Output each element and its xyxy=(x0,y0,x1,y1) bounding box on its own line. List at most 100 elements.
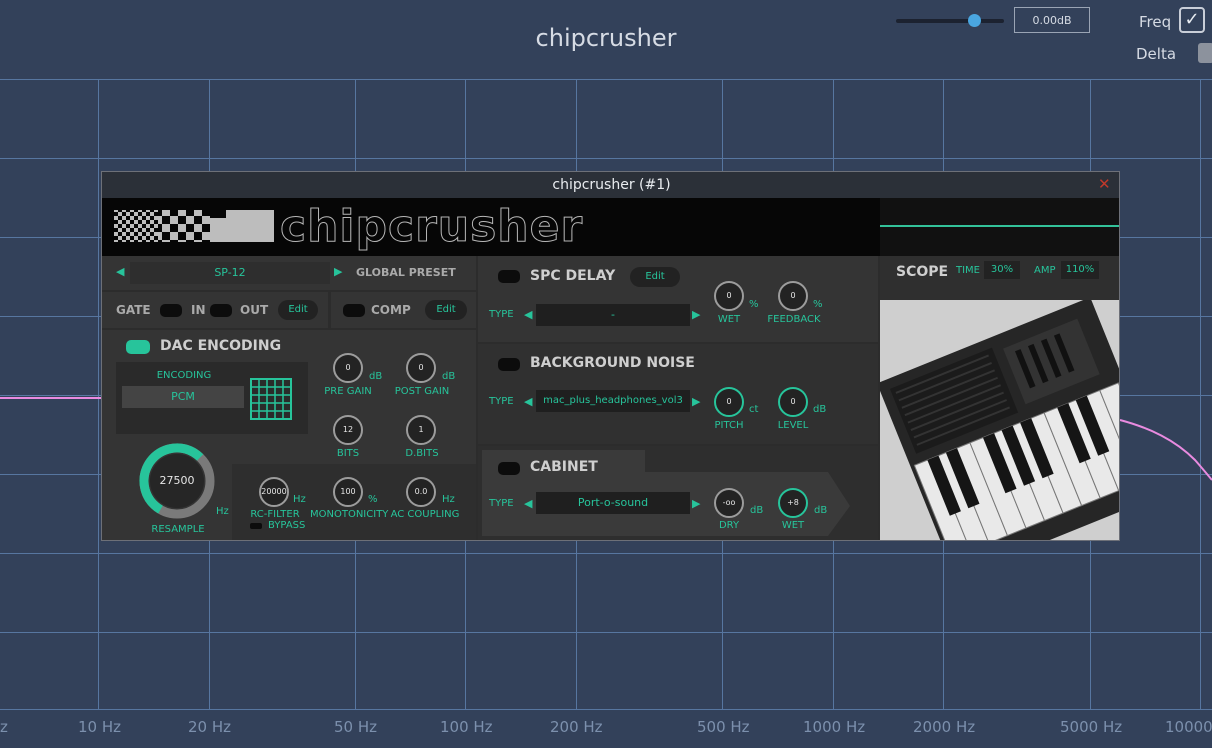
spc-wet-unit: % xyxy=(749,299,759,310)
ac-coupling-label: AC COUPLING xyxy=(390,509,460,520)
background-noise-panel: BACKGROUND NOISE TYPE ◀ mac_plus_headpho… xyxy=(478,344,878,444)
global-preset-label: GLOBAL PRESET xyxy=(356,266,456,279)
ac-coupling-unit: Hz xyxy=(442,494,455,505)
monotonicity-knob[interactable]: 100 xyxy=(333,477,363,507)
scope-time-field[interactable]: 30% xyxy=(984,261,1020,279)
bypass-label: BYPASS xyxy=(268,520,306,531)
rc-filter-label: RC-FILTER xyxy=(250,509,300,520)
freq-tick: 100 Hz xyxy=(440,718,493,736)
scope-time-label: TIME xyxy=(956,265,981,276)
rc-filter-knob[interactable]: 20000 xyxy=(259,477,289,507)
preset-next-icon[interactable]: ▶ xyxy=(334,265,342,278)
scope-title: SCOPE xyxy=(896,264,949,280)
spc-wet-knob[interactable]: 0 xyxy=(714,281,744,311)
gate-out-toggle[interactable] xyxy=(210,304,232,317)
dbits-knob[interactable]: 1 xyxy=(406,415,436,445)
close-icon[interactable]: ✕ xyxy=(1098,175,1111,193)
dbits-label: D.BITS xyxy=(405,448,439,459)
dac-encoding-panel: DAC ENCODING ENCODING PCM 0 dB PRE GAIN … xyxy=(102,330,476,540)
plugin-logo-text: chipcrusher xyxy=(279,201,584,253)
noise-level-knob[interactable]: 0 xyxy=(778,387,808,417)
rc-filter-unit: Hz xyxy=(293,494,306,505)
cabinet-wet-unit: dB xyxy=(814,505,828,516)
ac-coupling-knob[interactable]: 0.0 xyxy=(406,477,436,507)
comp-edit-button[interactable]: Edit xyxy=(425,300,467,320)
cabinet-toggle[interactable] xyxy=(498,462,520,475)
plugin-window-title: chipcrusher (#1) xyxy=(102,172,1119,198)
spc-feedback-label: FEEDBACK xyxy=(767,314,821,325)
spc-type-next-icon[interactable]: ▶ xyxy=(692,308,700,321)
resample-unit: Hz xyxy=(216,506,229,517)
scope-amp-field[interactable]: 110% xyxy=(1061,261,1099,279)
cabinet-dry-unit: dB xyxy=(750,505,764,516)
pre-gain-label: PRE GAIN xyxy=(324,386,372,397)
freq-tick: 5000 Hz xyxy=(1060,718,1123,736)
checker-logo-icon xyxy=(114,210,274,242)
noise-pitch-unit: ct xyxy=(749,404,759,415)
gate-edit-button[interactable]: Edit xyxy=(278,300,318,320)
freq-tick: 1000 Hz xyxy=(803,718,866,736)
encoding-selector[interactable]: PCM xyxy=(122,386,244,408)
noise-type-selector[interactable]: mac_plus_headphones_vol3 xyxy=(536,390,690,412)
scope-waveform xyxy=(880,198,1119,256)
spc-delay-toggle[interactable] xyxy=(498,270,520,283)
gate-label: GATE xyxy=(116,303,151,317)
freq-tick: 200 Hz xyxy=(550,718,603,736)
monotonicity-label: MONOTONICITY xyxy=(310,509,389,520)
pre-gain-unit: dB xyxy=(369,371,383,382)
cabinet-type-selector[interactable]: Port-o-sound xyxy=(536,492,690,514)
freq-tick: 10000 xyxy=(1165,718,1212,736)
scope-amp-label: AMP xyxy=(1034,265,1056,276)
scope-panel: SCOPE TIME 30% AMP 110% xyxy=(880,256,1119,300)
preset-selector[interactable]: SP-12 xyxy=(130,262,330,284)
cabinet-panel: CABINET TYPE ◀ Port-o-sound ▶ -oo dB DRY… xyxy=(478,446,878,540)
cabinet-type-prev-icon[interactable]: ◀ xyxy=(524,497,532,510)
cabinet-wet-label: WET xyxy=(781,520,805,531)
cabinet-title: CABINET xyxy=(530,459,598,475)
comp-label: COMP xyxy=(371,303,411,317)
scope-trace xyxy=(880,225,1119,227)
comp-toggle[interactable] xyxy=(343,304,365,317)
spc-type-prev-icon[interactable]: ◀ xyxy=(524,308,532,321)
spc-feedback-unit: % xyxy=(813,299,823,310)
gate-out-label: OUT xyxy=(240,303,269,317)
noise-type-label: TYPE xyxy=(489,396,514,407)
noise-pitch-knob[interactable]: 0 xyxy=(714,387,744,417)
keyboard-image xyxy=(880,300,1119,540)
spc-delay-edit-button[interactable]: Edit xyxy=(630,267,680,287)
spc-feedback-knob[interactable]: 0 xyxy=(778,281,808,311)
post-gain-unit: dB xyxy=(442,371,456,382)
freq-tick: 10 Hz xyxy=(78,718,122,736)
noise-type-next-icon[interactable]: ▶ xyxy=(692,395,700,408)
cabinet-wet-knob[interactable]: +8 xyxy=(778,488,808,518)
encoding-label: ENCODING xyxy=(156,370,212,381)
spc-type-label: TYPE xyxy=(489,309,514,320)
preset-prev-icon[interactable]: ◀ xyxy=(116,265,124,278)
spc-type-selector[interactable]: - xyxy=(536,304,690,326)
gate-in-toggle[interactable] xyxy=(160,304,182,317)
pre-gain-knob[interactable]: 0 xyxy=(333,353,363,383)
resample-label: RESAMPLE xyxy=(151,524,205,535)
spc-delay-title: SPC DELAY xyxy=(530,268,616,284)
dac-encoding-toggle[interactable] xyxy=(126,340,150,354)
bypass-toggle[interactable] xyxy=(250,523,262,529)
cabinet-dry-knob[interactable]: -oo xyxy=(714,488,744,518)
background-noise-title: BACKGROUND NOISE xyxy=(530,355,695,371)
background-noise-toggle[interactable] xyxy=(498,358,520,371)
bits-knob[interactable]: 12 xyxy=(333,415,363,445)
encoding-grid-icon[interactable] xyxy=(250,378,292,420)
freq-tick: 50 Hz xyxy=(334,718,378,736)
noise-type-prev-icon[interactable]: ◀ xyxy=(524,395,532,408)
noise-pitch-label: PITCH xyxy=(714,420,744,431)
post-gain-knob[interactable]: 0 xyxy=(406,353,436,383)
cabinet-type-label: TYPE xyxy=(489,498,514,509)
post-gain-label: POST GAIN xyxy=(394,386,450,397)
comp-panel: COMP Edit xyxy=(331,292,476,328)
cabinet-type-next-icon[interactable]: ▶ xyxy=(692,497,700,510)
freq-tick: 500 Hz xyxy=(697,718,750,736)
monotonicity-unit: % xyxy=(368,494,378,505)
gate-in-label: IN xyxy=(191,303,206,317)
dac-encoding-title: DAC ENCODING xyxy=(160,338,282,354)
plugin-banner: chipcrusher xyxy=(102,198,880,256)
freq-tick: 2000 Hz xyxy=(913,718,976,736)
